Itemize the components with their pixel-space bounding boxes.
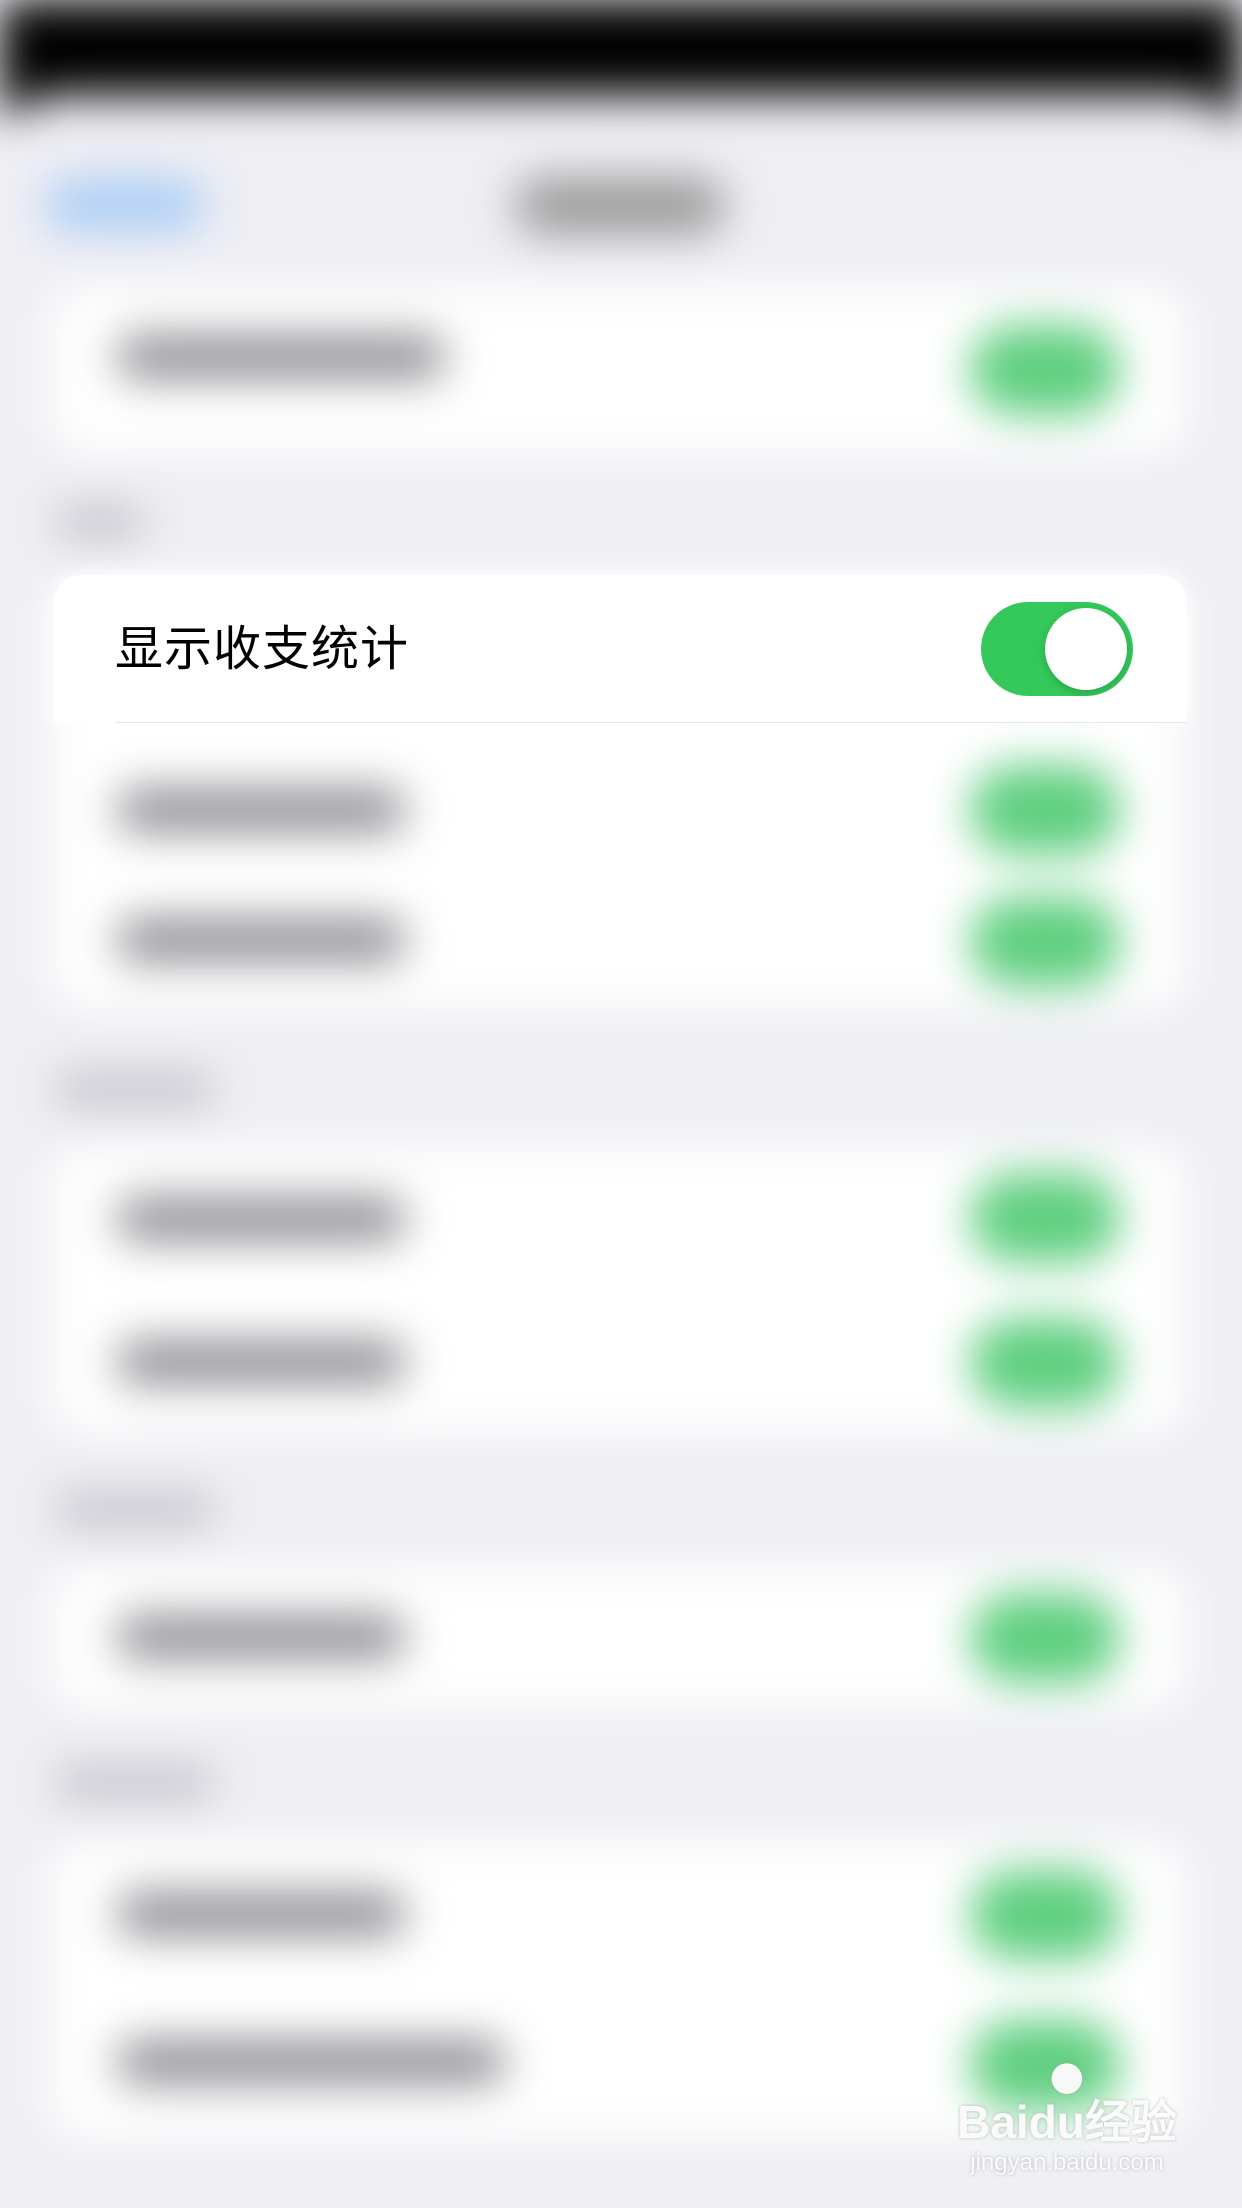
section-header [55,1495,215,1525]
row-label [116,335,446,379]
toggle-knob [1045,608,1127,690]
toggle-switch[interactable] [970,325,1120,415]
page-title [515,178,725,234]
blurred-background [0,0,1242,2208]
paw-icon: ● [1049,2053,1085,2099]
row-label [116,1340,406,1384]
settings-row [48,285,1188,455]
setting-label: 显示收支统计 [115,621,410,677]
row-label [116,2040,506,2084]
settings-row [48,1290,1188,1435]
back-button[interactable] [45,180,205,230]
watermark-url: jingyan.baidu.com [970,2149,1164,2176]
row-label [116,1615,406,1659]
settings-card [48,1565,1188,1710]
watermark-brand: Baidu经验 [957,2096,1177,2148]
toggle-switch[interactable] [981,602,1133,696]
toggle-switch[interactable] [970,1173,1120,1263]
settings-row [48,1840,1188,1990]
section-header [55,1768,215,1798]
row-label [116,1892,406,1936]
settings-row [48,1565,1188,1710]
settings-card [48,285,1188,455]
row-label [116,918,406,962]
row-label [116,788,406,832]
toggle-switch[interactable] [970,765,1120,855]
row-label [116,1197,406,1241]
toggle-switch[interactable] [970,1593,1120,1683]
toggle-switch[interactable] [970,1870,1120,1960]
setting-row-show-income-expense-stats: 显示收支统计 [54,575,1187,723]
watermark: ● Baidu经验 jingyan.baidu.com [952,2056,1182,2178]
row-divider [115,722,1187,723]
section-header [55,1075,215,1105]
settings-row [48,875,1188,1010]
toggle-switch[interactable] [970,1318,1120,1408]
settings-row [48,1145,1188,1290]
settings-row [48,745,1188,875]
toggle-switch[interactable] [970,897,1120,987]
settings-card [48,1145,1188,1435]
section-header [55,508,145,538]
